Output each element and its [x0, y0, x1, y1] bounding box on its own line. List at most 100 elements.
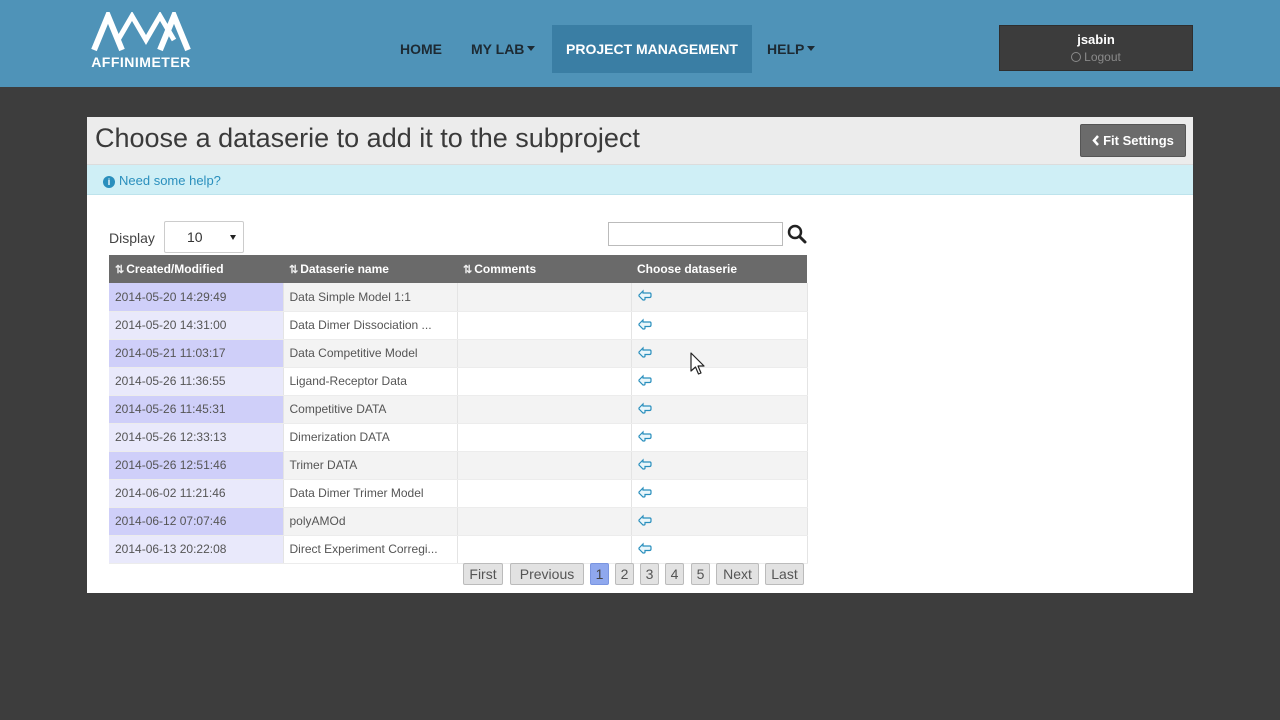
sort-icon: ⇅: [289, 264, 299, 276]
nav-help[interactable]: HELP: [753, 25, 829, 73]
cell-dataserie-name: Data Dimer Trimer Model: [283, 479, 458, 508]
hand-pointer-icon[interactable]: [637, 402, 652, 417]
cell-created: 2014-06-12 07:07:46: [109, 507, 284, 536]
cell-choose: [631, 507, 808, 536]
top-navbar: AFFINIMETER HOME MY LAB PROJECT MANAGEME…: [0, 0, 1280, 87]
header-created-label: Created/Modified: [126, 262, 224, 276]
cell-dataserie-name: Data Competitive Model: [283, 339, 458, 368]
nav-project-management[interactable]: PROJECT MANAGEMENT: [552, 25, 752, 73]
hand-pointer-icon[interactable]: [637, 514, 652, 529]
hand-pointer-icon[interactable]: [637, 374, 652, 389]
hand-pointer-icon[interactable]: [637, 346, 652, 361]
page-next-button[interactable]: Next: [716, 563, 759, 585]
nav-help-label: HELP: [767, 41, 805, 57]
table-row: 2014-06-13 20:22:08 Direct Experiment Cor…: [109, 535, 808, 564]
cell-choose: [631, 283, 808, 312]
cell-created: 2014-05-26 12:51:46: [109, 451, 284, 480]
logout-label: Logout: [1084, 50, 1121, 64]
cell-dataserie-name: Direct Experiment Corregi...: [283, 535, 458, 564]
mouse-pointer-icon: [690, 352, 705, 375]
header-comments[interactable]: ⇅ Comments: [457, 255, 631, 283]
power-icon: [1071, 52, 1082, 62]
user-menu: jsabin Logout: [999, 25, 1193, 71]
cell-created: 2014-06-02 11:21:46: [109, 479, 284, 508]
table-row: 2014-05-26 11:45:31 Competitive DATA: [109, 395, 808, 424]
cell-choose: [631, 311, 808, 340]
page-last-button[interactable]: Last: [765, 563, 804, 585]
cell-dataserie-name: Dimerization DATA: [283, 423, 458, 452]
header-choose: Choose dataserie: [631, 255, 807, 283]
info-circle-icon: i: [103, 176, 115, 188]
affinimeter-logo-icon: [91, 12, 191, 52]
cell-comments: [457, 367, 632, 396]
cell-comments: [457, 535, 632, 564]
page-button-5[interactable]: 5: [691, 563, 710, 585]
cell-choose: [631, 535, 808, 564]
header-created[interactable]: ⇅ Created/Modified: [109, 255, 283, 283]
table-body: 2014-05-20 14:29:49 Data Simple Model 1:1…: [109, 283, 808, 564]
dataserie-panel: Choose a dataserie to add it to the subp…: [87, 117, 1193, 593]
cell-created: 2014-05-26 11:45:31: [109, 395, 284, 424]
cell-choose: [631, 423, 808, 452]
chevron-left-icon: [1092, 135, 1100, 146]
cell-dataserie-name: Ligand-Receptor Data: [283, 367, 458, 396]
fit-settings-button[interactable]: Fit Settings: [1080, 124, 1186, 157]
brand-logo[interactable]: AFFINIMETER: [88, 12, 194, 72]
header-name-label: Dataserie name: [300, 262, 389, 276]
nav-project-label: PROJECT MANAGEMENT: [566, 41, 738, 57]
brand-name: AFFINIMETER: [91, 54, 191, 70]
panel-header: Choose a dataserie to add it to the subp…: [87, 117, 1193, 165]
table-row: 2014-05-20 14:31:00 Data Dimer Dissociati…: [109, 311, 808, 340]
search-input[interactable]: [608, 222, 783, 246]
nav-home[interactable]: HOME: [386, 25, 456, 73]
hand-pointer-icon[interactable]: [637, 318, 652, 333]
cell-comments: [457, 507, 632, 536]
hand-pointer-icon[interactable]: [637, 542, 652, 557]
cell-dataserie-name: Competitive DATA: [283, 395, 458, 424]
cell-comments: [457, 423, 632, 452]
cell-choose: [631, 367, 808, 396]
cell-choose: [631, 479, 808, 508]
hand-pointer-icon[interactable]: [637, 458, 652, 473]
cell-created: 2014-05-26 11:36:55: [109, 367, 284, 396]
cell-choose: [631, 451, 808, 480]
logout-link[interactable]: Logout: [1000, 50, 1192, 64]
help-bar: i Need some help?: [87, 165, 1193, 195]
caret-down-icon: [807, 46, 816, 52]
page-first-button[interactable]: First: [463, 563, 503, 585]
display-label: Display: [109, 230, 155, 246]
page-button-3[interactable]: 3: [640, 563, 659, 585]
display-count-value: 10: [187, 229, 203, 245]
cell-comments: [457, 479, 632, 508]
cell-choose: [631, 395, 808, 424]
cell-created: 2014-05-20 14:31:00: [109, 311, 284, 340]
cell-comments: [457, 451, 632, 480]
search-icon[interactable]: [787, 224, 807, 244]
hand-pointer-icon[interactable]: [637, 486, 652, 501]
page-previous-button[interactable]: Previous: [510, 563, 584, 585]
cell-created: 2014-05-21 11:03:17: [109, 339, 284, 368]
cell-comments: [457, 339, 632, 368]
header-name[interactable]: ⇅ Dataserie name: [283, 255, 457, 283]
hand-pointer-icon[interactable]: [637, 430, 652, 445]
cell-created: 2014-05-20 14:29:49: [109, 283, 284, 312]
page-button-2[interactable]: 2: [615, 563, 634, 585]
fit-settings-label: Fit Settings: [1103, 133, 1174, 148]
header-comments-label: Comments: [474, 262, 537, 276]
hand-pointer-icon[interactable]: [637, 289, 652, 304]
page-button-1[interactable]: 1: [590, 563, 609, 585]
cell-created: 2014-05-26 12:33:13: [109, 423, 284, 452]
sort-icon: ⇅: [463, 264, 473, 276]
cell-comments: [457, 311, 632, 340]
sort-icon: ⇅: [115, 264, 125, 276]
select-arrow-icon: [230, 235, 236, 240]
nav-my-lab[interactable]: MY LAB: [457, 25, 549, 73]
page-button-4[interactable]: 4: [665, 563, 684, 585]
username: jsabin: [1077, 32, 1115, 47]
table-row: 2014-05-26 12:33:13 Dimerization DATA: [109, 423, 808, 452]
help-link[interactable]: i Need some help?: [103, 173, 221, 188]
cell-dataserie-name: Trimer DATA: [283, 451, 458, 480]
table-row: 2014-06-12 07:07:46 polyAMOd: [109, 507, 808, 536]
display-count-select[interactable]: 10: [164, 221, 244, 253]
header-choose-label: Choose dataserie: [637, 262, 738, 276]
